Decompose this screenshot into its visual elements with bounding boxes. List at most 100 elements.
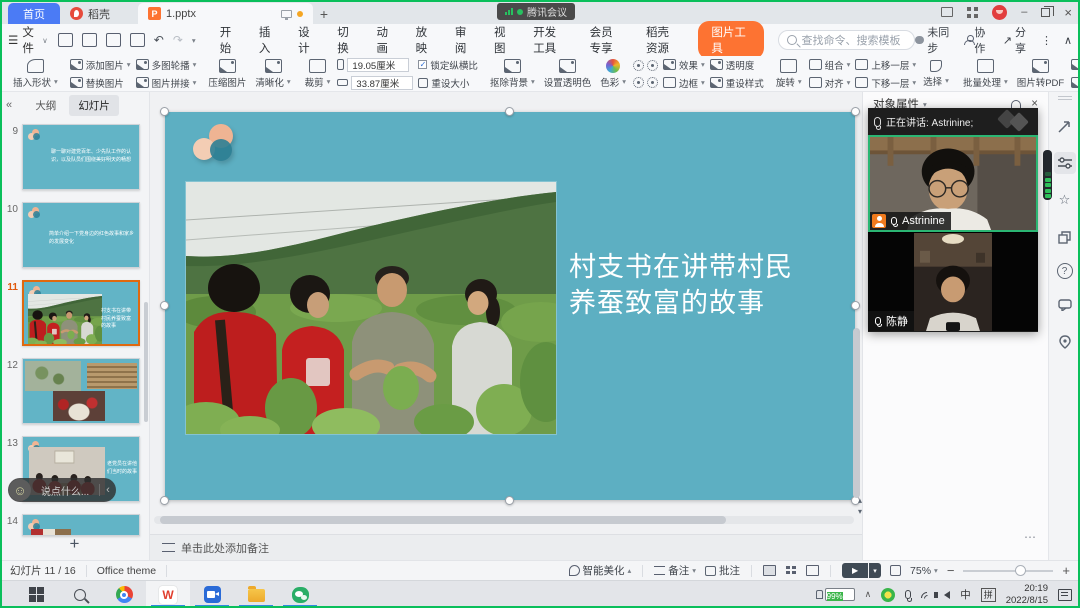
notes-toggle-button[interactable]: 备注▾ [654, 563, 696, 578]
redo-icon[interactable]: ↷ [173, 33, 183, 47]
emoji-icon[interactable]: ☺ [9, 479, 31, 501]
share-button[interactable]: ↗分享 [1003, 24, 1029, 56]
select-button[interactable]: 选择▾ [921, 60, 951, 88]
volume-icon[interactable] [944, 591, 950, 599]
video-tile-chenjing[interactable]: 陈静 [868, 232, 1038, 331]
multi-picture-carousel-button[interactable]: 多图轮播▾ [136, 58, 197, 72]
clock[interactable]: 20:19 2022/8/15 [1006, 583, 1048, 607]
feedback-icon[interactable] [1054, 294, 1076, 316]
single-page-view-icon[interactable] [941, 7, 953, 17]
tab-review[interactable]: 审阅 [455, 24, 472, 56]
tab-slides[interactable]: 幻灯片 [69, 95, 119, 116]
zoom-level-button[interactable]: 75%▾ [910, 565, 938, 577]
chat-placeholder[interactable]: 说点什么... [31, 483, 99, 498]
customize-toolbar-icon[interactable]: ▾ [192, 36, 196, 45]
notification-center-icon[interactable] [1058, 589, 1072, 601]
taskbar-tencent-meeting[interactable] [190, 581, 234, 608]
picture-stitch-button[interactable]: 图片拼接▾ [136, 76, 197, 90]
selection-handle-e[interactable] [851, 301, 860, 310]
selection-handle-nw[interactable] [160, 107, 169, 116]
workspace-grid-icon[interactable] [967, 7, 978, 18]
quick-launch-icon[interactable] [1054, 115, 1076, 137]
zoom-in-button[interactable]: + [1062, 563, 1070, 578]
new-file-icon[interactable] [58, 33, 73, 47]
opacity-button[interactable]: 透明度 [710, 58, 764, 72]
minimize-button[interactable]: – [1021, 6, 1027, 18]
collapse-bubble-icon[interactable]: ‹ [100, 484, 116, 496]
tab-home[interactable]: 首页 [8, 3, 60, 24]
drag-handle-icon[interactable] [1058, 96, 1072, 100]
slide-title[interactable]: 村支书在讲带村民 养蚕致富的故事 [569, 250, 844, 321]
reset-style-button[interactable]: 重设样式 [710, 76, 764, 90]
editing-canvas[interactable]: 村支书在讲带村民 养蚕致富的故事 ▴ ▾ 单击此处添加备注 [150, 92, 862, 560]
theme-name[interactable]: Office theme [97, 565, 156, 577]
slide-thumbnail-9[interactable]: 聊一聊对建党百年、少先队工作的认识，以及队员们围绕美好明天的畅想 [22, 124, 140, 190]
meeting-chat-bubble[interactable]: ☺ 说点什么... ‹ [8, 478, 116, 502]
picture-translate-button[interactable]: 图片翻译 [1071, 76, 1080, 90]
picture-to-text-button[interactable]: 图片转文字 [1071, 58, 1080, 72]
tab-view[interactable]: 视图 [494, 24, 511, 56]
taskbar-wechat[interactable] [278, 581, 322, 608]
account-avatar[interactable] [992, 5, 1007, 20]
reset-size-button[interactable]: 重设大小 [418, 76, 478, 90]
duplicate-icon[interactable] [1054, 226, 1076, 248]
print-preview-icon[interactable] [130, 33, 145, 47]
tab-docer[interactable]: 稻壳 [60, 3, 120, 24]
meeting-status-pill[interactable]: 腾讯会议 [497, 3, 575, 20]
hscrollbar-thumb[interactable] [160, 516, 726, 524]
group-button[interactable]: 组合▾ [809, 58, 851, 72]
collapse-sidebar-button[interactable]: « [6, 99, 12, 111]
taskbar-chrome[interactable] [102, 581, 146, 608]
wifi-icon[interactable] [921, 590, 934, 600]
mic-tray-icon[interactable] [905, 590, 911, 599]
align-button[interactable]: 对齐▾ [809, 76, 851, 90]
zoom-out-button[interactable]: − [947, 563, 955, 578]
tab-transition[interactable]: 切换 [337, 24, 354, 56]
contrast-up-icon[interactable] [633, 77, 644, 88]
collaborate-button[interactable]: 协作 [964, 24, 991, 56]
beautify-star-icon[interactable]: ☆ [1054, 189, 1076, 211]
border-button[interactable]: 边框▾ [663, 76, 705, 90]
slide-thumbnail-10[interactable]: 简单介绍一下党身边的红色故事和家乡的发展变化 [22, 202, 140, 268]
compress-picture-button[interactable]: 压缩图片 [206, 59, 248, 89]
start-button[interactable] [14, 581, 58, 608]
more-menu-icon[interactable]: ⋮ [1041, 34, 1052, 47]
help-icon[interactable]: ? [1057, 263, 1073, 279]
effects-button[interactable]: 效果▾ [663, 58, 705, 72]
ime-language[interactable]: 中 [960, 587, 971, 602]
tab-animation[interactable]: 动画 [376, 24, 393, 56]
tab-start[interactable]: 开始 [220, 24, 237, 56]
panel-more-dots[interactable]: ⋯ [1024, 530, 1038, 544]
resource-pin-icon[interactable] [1054, 331, 1076, 353]
reading-view-button[interactable] [806, 565, 819, 576]
fit-window-button[interactable] [890, 565, 901, 576]
bring-forward-button[interactable]: 上移一层▾ [855, 58, 916, 72]
tab-picture-tools[interactable]: 图片工具 [698, 21, 763, 59]
normal-view-button[interactable] [763, 565, 776, 576]
sidebar-scrollbar[interactable] [144, 302, 148, 422]
selection-handle-s[interactable] [505, 496, 514, 505]
tencent-meeting-window[interactable]: 正在讲话: Astrinine; Astrinine 陈静 [868, 108, 1038, 332]
picture-to-pdf-button[interactable]: 图片转PDF [1015, 59, 1067, 89]
tab-devtools[interactable]: 开发工具 [533, 24, 567, 56]
tab-slideshow[interactable]: 放映 [416, 24, 433, 56]
ime-mode[interactable]: 拼 [981, 588, 996, 602]
zoom-slider[interactable] [963, 570, 1053, 572]
tab-design[interactable]: 设计 [298, 24, 315, 56]
sync-status-button[interactable]: 未同步 [915, 24, 952, 56]
battery-indicator[interactable]: 99% [816, 588, 855, 601]
slide-photo[interactable] [186, 182, 556, 434]
meeting-header[interactable]: 正在讲话: Astrinine; [868, 108, 1038, 135]
clarify-button[interactable]: 清晰化▾ [253, 59, 292, 89]
properties-sliders-icon[interactable] [1054, 152, 1076, 174]
slide-thumbnail-14[interactable] [22, 514, 140, 536]
send-backward-button[interactable]: 下移一层▾ [855, 76, 916, 90]
restore-button[interactable] [1041, 8, 1050, 17]
crop-button[interactable]: 裁剪▾ [303, 59, 333, 89]
print-icon[interactable] [106, 33, 121, 47]
insert-shape-button[interactable]: 插入形状▾ [11, 59, 60, 89]
tab-document[interactable]: P 1.pptx [138, 3, 313, 24]
comments-button[interactable]: 批注 [705, 563, 740, 578]
antivirus-tray-icon[interactable] [881, 588, 895, 602]
play-options-icon[interactable]: ▾ [869, 563, 881, 578]
